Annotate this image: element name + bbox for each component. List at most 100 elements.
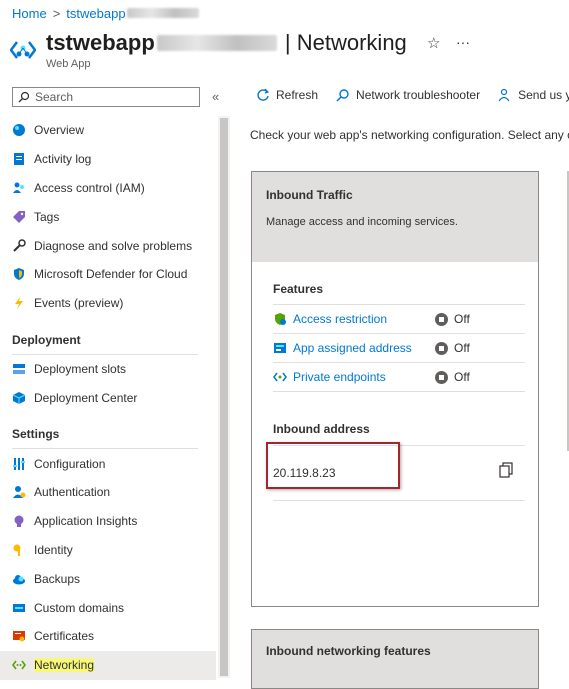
- search-icon: [18, 91, 30, 103]
- sidebar-item-events[interactable]: Events (preview): [0, 289, 216, 318]
- sidebar-item-label: Events (preview): [34, 296, 124, 311]
- sidebar-item-label: Certificates: [34, 629, 95, 644]
- feature-row: Private endpoints Off: [273, 363, 525, 392]
- section-deployment: Deployment: [12, 332, 81, 347]
- sidebar-item-tags[interactable]: Tags: [0, 202, 216, 231]
- redacted-text: [126, 8, 199, 18]
- web-app-icon: [9, 38, 37, 65]
- sidebar-item-backups[interactable]: Backups: [0, 564, 216, 593]
- network-troubleshooter-button[interactable]: Network troubleshooter: [336, 88, 480, 102]
- title-separator: |: [278, 30, 297, 55]
- sidebar-item-label: Networking: [34, 658, 95, 673]
- inbound-networking-features-card: Inbound networking features: [251, 629, 539, 689]
- more-options-icon[interactable]: ···: [456, 34, 470, 50]
- sidebar-item-app-insights[interactable]: Application Insights: [0, 507, 216, 536]
- sidebar-item-custom-domains[interactable]: Custom domains: [0, 593, 216, 622]
- send-label: Send us yo: [518, 88, 569, 102]
- refresh-icon: [257, 88, 270, 101]
- breadcrumb-resource-label: tstwebapp: [66, 6, 126, 21]
- favorite-star-icon[interactable]: ☆: [427, 34, 440, 52]
- feature-status: Off: [435, 312, 470, 326]
- shield-check-icon: [275, 313, 286, 325]
- sidebar-item-label: Tags: [34, 209, 60, 224]
- scrollbar-thumb[interactable]: [220, 118, 228, 676]
- sidebar-item-label: Authentication: [34, 485, 111, 500]
- sidebar-item-identity[interactable]: Identity: [0, 536, 216, 565]
- sidebar-scrollbar[interactable]: [218, 116, 230, 678]
- private-endpoints-link[interactable]: Private endpoints: [273, 370, 435, 384]
- lightning-icon: [12, 296, 26, 310]
- access-restriction-link[interactable]: Access restriction: [273, 312, 435, 326]
- breadcrumb-home[interactable]: Home: [12, 6, 47, 21]
- feature-name: App assigned address: [293, 341, 412, 355]
- inbound-traffic-card: Inbound Traffic Manage access and incomi…: [251, 171, 539, 607]
- feature-name: Private endpoints: [293, 370, 386, 384]
- sidebar-item-overview[interactable]: Overview: [0, 116, 216, 145]
- sidebar-menu: Overview Activity log Access control (IA…: [0, 116, 216, 680]
- sidebar-item-label: Diagnose and solve problems: [34, 238, 193, 253]
- globe-icon: [12, 123, 26, 137]
- sidebar-item-diagnose[interactable]: Diagnose and solve problems: [0, 231, 216, 260]
- cube-icon: [12, 391, 26, 405]
- sidebar-item-label: Deployment Center: [34, 390, 138, 405]
- people-icon: [12, 181, 26, 195]
- cloud-icon: [12, 572, 26, 586]
- feature-row: App assigned address Off: [273, 334, 525, 363]
- sidebar-item-activity-log[interactable]: Activity log: [0, 145, 216, 174]
- send-feedback-button[interactable]: Send us yo: [498, 88, 569, 102]
- sliders-icon: [12, 457, 26, 471]
- copy-icon[interactable]: [499, 462, 513, 481]
- sidebar-item-configuration[interactable]: Configuration: [0, 449, 216, 478]
- toolbar: Refresh Network troubleshooter Send us y…: [256, 88, 569, 102]
- sidebar-item-certificates[interactable]: Certificates: [0, 622, 216, 651]
- shield-icon: [12, 267, 26, 281]
- sidebar-item-deployment-slots[interactable]: Deployment slots: [0, 355, 216, 384]
- private-endpoint-icon: [273, 372, 287, 382]
- address-icon: [274, 343, 286, 353]
- search-icon: [336, 89, 349, 102]
- refresh-label: Refresh: [276, 88, 319, 102]
- card-header: Inbound Traffic Manage access and incomi…: [252, 172, 538, 262]
- sidebar-item-label: Identity: [34, 542, 73, 557]
- inbound-ip-address: 20.119.8.23: [273, 466, 336, 480]
- status-text: Off: [454, 341, 470, 355]
- features-header: Features: [273, 282, 525, 305]
- status-text: Off: [454, 370, 470, 384]
- app-assigned-address-link[interactable]: App assigned address: [273, 341, 435, 355]
- inbound-address-row: 20.119.8.23: [266, 442, 525, 501]
- sidebar-item-label: Application Insights: [34, 514, 138, 529]
- sidebar-item-defender[interactable]: Microsoft Defender for Cloud: [0, 260, 216, 289]
- off-status-icon: [435, 341, 448, 355]
- features-list: Features Access restriction Off App assi…: [273, 282, 525, 392]
- sidebar-item-deployment-center[interactable]: Deployment Center: [0, 383, 216, 412]
- sidebar-item-label: Activity log: [34, 152, 92, 167]
- troubleshooter-label: Network troubleshooter: [356, 88, 481, 102]
- off-status-icon: [435, 370, 448, 384]
- status-text: Off: [454, 312, 470, 326]
- network-icon: [12, 658, 26, 672]
- resource-type: Web App: [46, 58, 91, 70]
- card-title: Inbound Traffic: [266, 188, 353, 202]
- sidebar-item-networking[interactable]: Networking: [0, 650, 216, 680]
- off-status-icon: [435, 312, 448, 326]
- log-icon: [12, 152, 26, 166]
- sidebar-item-authentication[interactable]: Authentication: [0, 478, 216, 507]
- page-header: tstwebapp | Networking Web App: [9, 30, 407, 70]
- search-input[interactable]: Search: [12, 87, 200, 107]
- sidebar-item-label: Configuration: [34, 456, 106, 471]
- sidebar-item-access-control[interactable]: Access control (IAM): [0, 174, 216, 203]
- sidebar: Search « Overview Activity log Access co…: [0, 84, 231, 680]
- sidebar-item-label: Deployment slots: [34, 361, 127, 376]
- refresh-button[interactable]: Refresh: [256, 88, 318, 102]
- sidebar-item-label: Custom domains: [34, 600, 125, 615]
- wrench-icon: [12, 238, 26, 253]
- sidebar-item-label: Backups: [34, 571, 81, 586]
- page-title: tstwebapp | Networking: [46, 30, 407, 56]
- auth-icon: [12, 485, 26, 499]
- key-icon: [12, 543, 26, 557]
- collapse-sidebar-icon[interactable]: «: [212, 89, 219, 104]
- bulb-icon: [12, 514, 26, 528]
- feature-name: Access restriction: [293, 312, 388, 326]
- inbound-address-section: Inbound address 20.119.8.23: [266, 422, 525, 501]
- breadcrumb-resource[interactable]: tstwebapp: [66, 6, 199, 21]
